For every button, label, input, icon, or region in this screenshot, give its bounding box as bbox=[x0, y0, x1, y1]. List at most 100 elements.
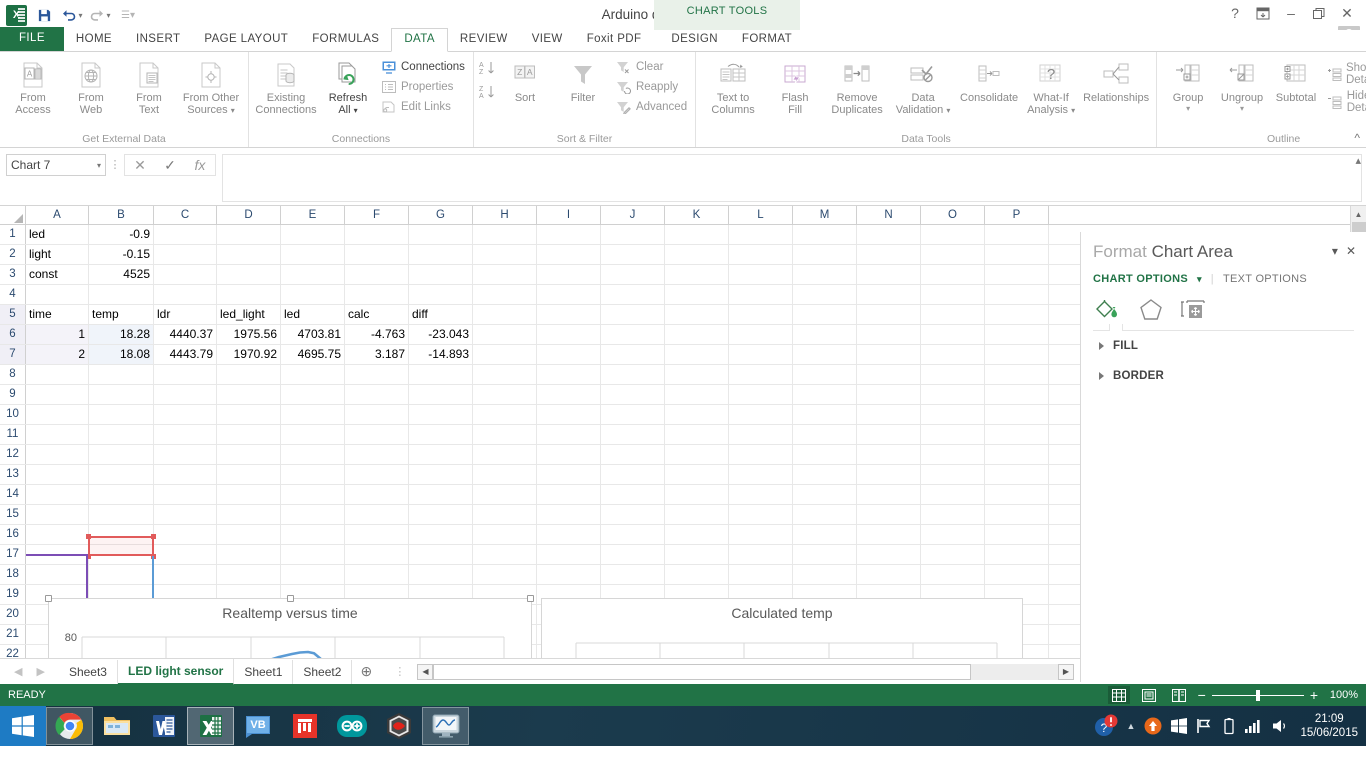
grid-cell[interactable] bbox=[409, 465, 473, 484]
grid-cell[interactable] bbox=[345, 485, 409, 504]
grid-cell[interactable] bbox=[473, 505, 537, 524]
grid-cell[interactable] bbox=[217, 525, 281, 544]
grid-cell[interactable] bbox=[665, 305, 729, 324]
row-header[interactable]: 12 bbox=[0, 445, 26, 464]
add-sheet-button[interactable]: ⊕ bbox=[352, 663, 380, 680]
grid-cell[interactable] bbox=[473, 285, 537, 304]
consolidate-button[interactable]: Consolidate bbox=[956, 54, 1022, 104]
grid-cell[interactable] bbox=[921, 405, 985, 424]
column-header-d[interactable]: D bbox=[217, 206, 281, 224]
horizontal-scrollbar[interactable]: ◀ ▶ bbox=[417, 663, 1074, 680]
grid-cell[interactable] bbox=[154, 505, 217, 524]
grid-cell[interactable] bbox=[473, 445, 537, 464]
existing-connections-button[interactable]: Existing Connections bbox=[253, 54, 319, 116]
grid-cell[interactable] bbox=[473, 565, 537, 584]
zoom-in-button[interactable]: + bbox=[1310, 687, 1318, 703]
grid-cell[interactable] bbox=[345, 445, 409, 464]
grid-cell[interactable] bbox=[985, 565, 1049, 584]
grid-cell[interactable] bbox=[154, 525, 217, 544]
tab-page-layout[interactable]: PAGE LAYOUT bbox=[192, 29, 300, 51]
data-validation-button[interactable]: Data Validation ▾ bbox=[890, 54, 956, 117]
grid-cell[interactable] bbox=[857, 565, 921, 584]
sort-descending-button[interactable]: ZA bbox=[478, 84, 496, 100]
grid-cell[interactable] bbox=[729, 405, 793, 424]
grid-cell[interactable] bbox=[217, 285, 281, 304]
grid-cell[interactable] bbox=[154, 465, 217, 484]
text-to-columns-button[interactable]: Text to Columns bbox=[700, 54, 766, 116]
grid-cell[interactable] bbox=[473, 265, 537, 284]
tab-file[interactable]: FILE bbox=[0, 27, 64, 51]
collapse-ribbon-button[interactable]: ^ bbox=[1354, 131, 1360, 145]
grid-cell[interactable] bbox=[793, 545, 857, 564]
grid-cell[interactable] bbox=[154, 385, 217, 404]
scroll-up-button[interactable]: ▲ bbox=[1351, 206, 1366, 222]
grid-cell[interactable] bbox=[729, 465, 793, 484]
grid-cell[interactable] bbox=[857, 465, 921, 484]
grid-cell[interactable] bbox=[473, 485, 537, 504]
column-header-n[interactable]: N bbox=[857, 206, 921, 224]
grid-cell[interactable] bbox=[537, 485, 601, 504]
row-header[interactable]: 9 bbox=[0, 385, 26, 404]
chart-resize-handle[interactable] bbox=[45, 595, 52, 602]
grid-cell[interactable] bbox=[281, 365, 345, 384]
row-header[interactable]: 1 bbox=[0, 225, 26, 244]
grid-cell[interactable] bbox=[985, 525, 1049, 544]
grid-cell[interactable] bbox=[921, 565, 985, 584]
word-icon[interactable] bbox=[140, 707, 187, 745]
grid-cell[interactable] bbox=[217, 405, 281, 424]
column-header-j[interactable]: J bbox=[601, 206, 665, 224]
sheet-tab-sheet2[interactable]: Sheet2 bbox=[293, 659, 353, 684]
flash-fill-button[interactable]: Flash Fill bbox=[766, 54, 824, 116]
grid-cell[interactable] bbox=[281, 565, 345, 584]
grid-cell[interactable] bbox=[217, 365, 281, 384]
grid-cell[interactable]: -14.893 bbox=[409, 345, 473, 364]
reapply-button[interactable]: Reapply bbox=[612, 77, 691, 97]
grid-cell[interactable] bbox=[729, 565, 793, 584]
grid-cell[interactable] bbox=[345, 565, 409, 584]
grid-cell[interactable] bbox=[473, 545, 537, 564]
grid-cell[interactable] bbox=[217, 505, 281, 524]
grid-cell[interactable] bbox=[921, 345, 985, 364]
grid-cell[interactable] bbox=[89, 405, 154, 424]
column-header-h[interactable]: H bbox=[473, 206, 537, 224]
grid-cell[interactable]: 4525 bbox=[89, 265, 154, 284]
grid-cell[interactable] bbox=[154, 565, 217, 584]
grid-cell[interactable] bbox=[601, 265, 665, 284]
grid-cell[interactable] bbox=[985, 385, 1049, 404]
grid-cell[interactable] bbox=[857, 545, 921, 564]
grid-cell[interactable] bbox=[473, 525, 537, 544]
grid-cell[interactable] bbox=[345, 285, 409, 304]
normal-view-icon[interactable] bbox=[1107, 686, 1130, 704]
grid-cell[interactable] bbox=[729, 285, 793, 304]
grid-cell[interactable] bbox=[601, 405, 665, 424]
grid-cell[interactable] bbox=[921, 245, 985, 264]
network-icon[interactable] bbox=[1244, 718, 1262, 734]
row-header[interactable]: 3 bbox=[0, 265, 26, 284]
grid-cell[interactable] bbox=[665, 425, 729, 444]
grid-cell[interactable] bbox=[665, 225, 729, 244]
grid-cell[interactable] bbox=[217, 565, 281, 584]
grid-cell[interactable] bbox=[601, 545, 665, 564]
tab-view[interactable]: VIEW bbox=[520, 29, 575, 51]
grid-cell[interactable] bbox=[857, 265, 921, 284]
grid-cell[interactable] bbox=[281, 525, 345, 544]
column-header-g[interactable]: G bbox=[409, 206, 473, 224]
grid-cell[interactable] bbox=[729, 365, 793, 384]
row-header[interactable]: 21 bbox=[0, 625, 26, 644]
file-explorer-icon[interactable] bbox=[93, 707, 140, 745]
pane-section-fill[interactable]: FILL bbox=[1093, 331, 1354, 361]
row-header[interactable]: 2 bbox=[0, 245, 26, 264]
grid-cell[interactable] bbox=[601, 285, 665, 304]
row-header[interactable]: 13 bbox=[0, 465, 26, 484]
grid-cell[interactable] bbox=[281, 465, 345, 484]
effects-pentagon-icon[interactable] bbox=[1139, 298, 1163, 322]
grid-cell[interactable]: led bbox=[26, 225, 89, 244]
grid-cell[interactable] bbox=[601, 525, 665, 544]
grid-cell[interactable] bbox=[985, 245, 1049, 264]
grid-cell[interactable] bbox=[601, 325, 665, 344]
pane-options-icon[interactable]: ▾ bbox=[1332, 244, 1338, 258]
pane-close-icon[interactable]: ✕ bbox=[1346, 244, 1356, 258]
grid-cell[interactable] bbox=[154, 485, 217, 504]
name-box[interactable]: Chart 7 ▾ bbox=[6, 154, 106, 176]
hscroll-right-button[interactable]: ▶ bbox=[1058, 663, 1074, 680]
